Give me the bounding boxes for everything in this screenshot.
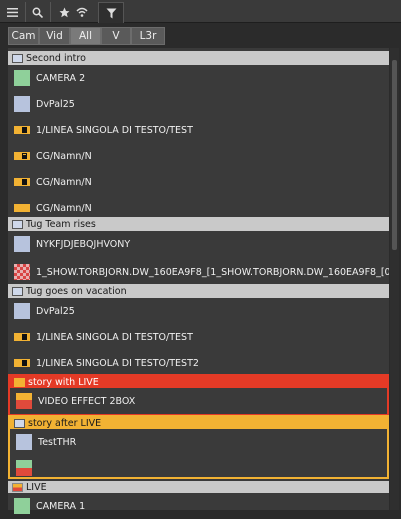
video-icon — [14, 236, 30, 252]
story-header[interactable]: story with LIVE — [10, 376, 387, 388]
list-item[interactable]: 1/LINEA SINGOLA DI TESTO/TEST — [8, 117, 389, 143]
story-header[interactable]: story after LIVE — [10, 417, 387, 429]
camera-icon — [14, 70, 30, 86]
list-item[interactable]: DvPal25 — [8, 91, 389, 117]
search-tab[interactable] — [25, 2, 48, 22]
story-header[interactable]: Second intro — [8, 51, 389, 65]
item-label: 1/LINEA SINGOLA DI TESTO/TEST — [36, 124, 193, 136]
item-label: CG/Namn/N — [36, 176, 92, 188]
story-header[interactable]: LIVE — [8, 481, 389, 493]
story-group-second-intro: Second intro CAMERA 2 DvPal25 1/LINEA SI… — [8, 51, 389, 221]
item-label: NYKFJDJEBQJHVONY — [36, 238, 131, 250]
wifi-icon — [75, 7, 88, 17]
camera-icon — [14, 498, 30, 514]
story-group-tug-team-rises: Tug Team rises NYKFJDJEBQJHVONY 1_SHOW.T… — [8, 217, 389, 287]
filter-v-button[interactable]: V — [101, 27, 131, 45]
list-item[interactable] — [10, 455, 387, 481]
story-color-swatch — [12, 482, 23, 492]
live-icon — [16, 393, 32, 409]
story-color-swatch — [14, 377, 25, 387]
video-icon — [14, 303, 30, 319]
story-group-story-with-live: story with LIVE VIDEO EFFECT 2BOX — [8, 374, 389, 416]
top-tab-bar — [0, 0, 401, 23]
list-item[interactable]: 1_SHOW.TORBJORN.DW_160EA9F8_[1_SHOW.TORB… — [8, 257, 389, 287]
item-label: CG/Namn/N — [36, 202, 92, 214]
video-icon — [16, 434, 32, 450]
item-label: 1_SHOW.TORBJORN.DW_160EA9F8_[1_SHOW.TORB… — [36, 266, 389, 278]
story-title: story after LIVE — [28, 417, 102, 429]
list-item[interactable]: 1/LINEA SINGOLA DI TESTO/TEST — [8, 324, 389, 350]
story-color-swatch — [14, 418, 25, 428]
cg-lines-icon — [14, 152, 30, 160]
story-color-swatch — [12, 286, 23, 296]
checker-icon — [14, 264, 30, 280]
story-color-swatch — [12, 53, 23, 63]
item-label: TestTHR — [38, 436, 77, 448]
cg-orange-icon — [14, 204, 30, 212]
list-item[interactable]: CG/Namn/N — [8, 143, 389, 169]
list-item[interactable]: CAMERA 1 — [8, 493, 389, 519]
story-title: Tug Team rises — [26, 218, 96, 230]
story-color-swatch — [12, 219, 23, 229]
story-header[interactable]: Tug goes on vacation — [8, 284, 389, 298]
story-title: LIVE — [26, 481, 47, 493]
story-title: Tug goes on vacation — [26, 285, 127, 297]
story-group-story-after-live: story after LIVE TestTHR — [8, 415, 389, 479]
scrollbar[interactable] — [390, 48, 399, 510]
list-item[interactable]: DvPal25 — [8, 298, 389, 324]
item-label: CG/Namn/N — [36, 150, 92, 162]
filter-all-button[interactable]: All — [70, 27, 101, 45]
item-label: VIDEO EFFECT 2BOX — [38, 395, 136, 407]
list-item[interactable]: TestTHR — [10, 429, 387, 455]
list-item[interactable]: NYKFJDJEBQJHVONY — [8, 231, 389, 257]
item-label: CAMERA 2 — [36, 72, 86, 84]
filter-funnel-icon — [106, 8, 116, 18]
list-item[interactable]: 1/LINEA SINGOLA DI TESTO/TEST2 — [8, 350, 389, 376]
item-label: DvPal25 — [36, 305, 75, 317]
list-item[interactable]: CG/Namn/N — [8, 169, 389, 195]
scrollbar-thumb[interactable] — [392, 60, 397, 250]
favorites-tab[interactable] — [50, 2, 95, 22]
cg-icon — [14, 359, 30, 367]
cg-icon — [14, 178, 30, 186]
story-header[interactable]: Tug Team rises — [8, 217, 389, 231]
filter-l3r-button[interactable]: L3r — [131, 27, 165, 45]
story-group-live: LIVE CAMERA 1 — [8, 481, 389, 519]
item-label: 1/LINEA SINGOLA DI TESTO/TEST2 — [36, 357, 199, 369]
item-label: 1/LINEA SINGOLA DI TESTO/TEST — [36, 331, 193, 343]
cg-icon — [14, 126, 30, 134]
search-icon — [32, 7, 43, 18]
story-title: story with LIVE — [28, 376, 99, 388]
menu-tab[interactable] — [3, 2, 21, 22]
video-icon — [14, 96, 30, 112]
filter-tab[interactable] — [98, 2, 124, 23]
favorites-star-icon — [59, 7, 69, 17]
cg-icon — [14, 333, 30, 341]
item-label: DvPal25 — [36, 98, 75, 110]
story-title: Second intro — [26, 52, 86, 64]
filter-vid-button[interactable]: Vid — [39, 27, 70, 45]
story-group-tug-goes-on-vacation: Tug goes on vacation DvPal25 1/LINEA SIN… — [8, 284, 389, 376]
mix-icon — [16, 460, 32, 476]
hamburger-menu-icon — [6, 7, 18, 17]
filter-button-bar: Cam Vid All V L3r — [0, 23, 401, 47]
list-item[interactable]: CAMERA 2 — [8, 65, 389, 91]
list-item[interactable]: VIDEO EFFECT 2BOX — [10, 388, 387, 414]
filter-cam-button[interactable]: Cam — [8, 27, 39, 45]
